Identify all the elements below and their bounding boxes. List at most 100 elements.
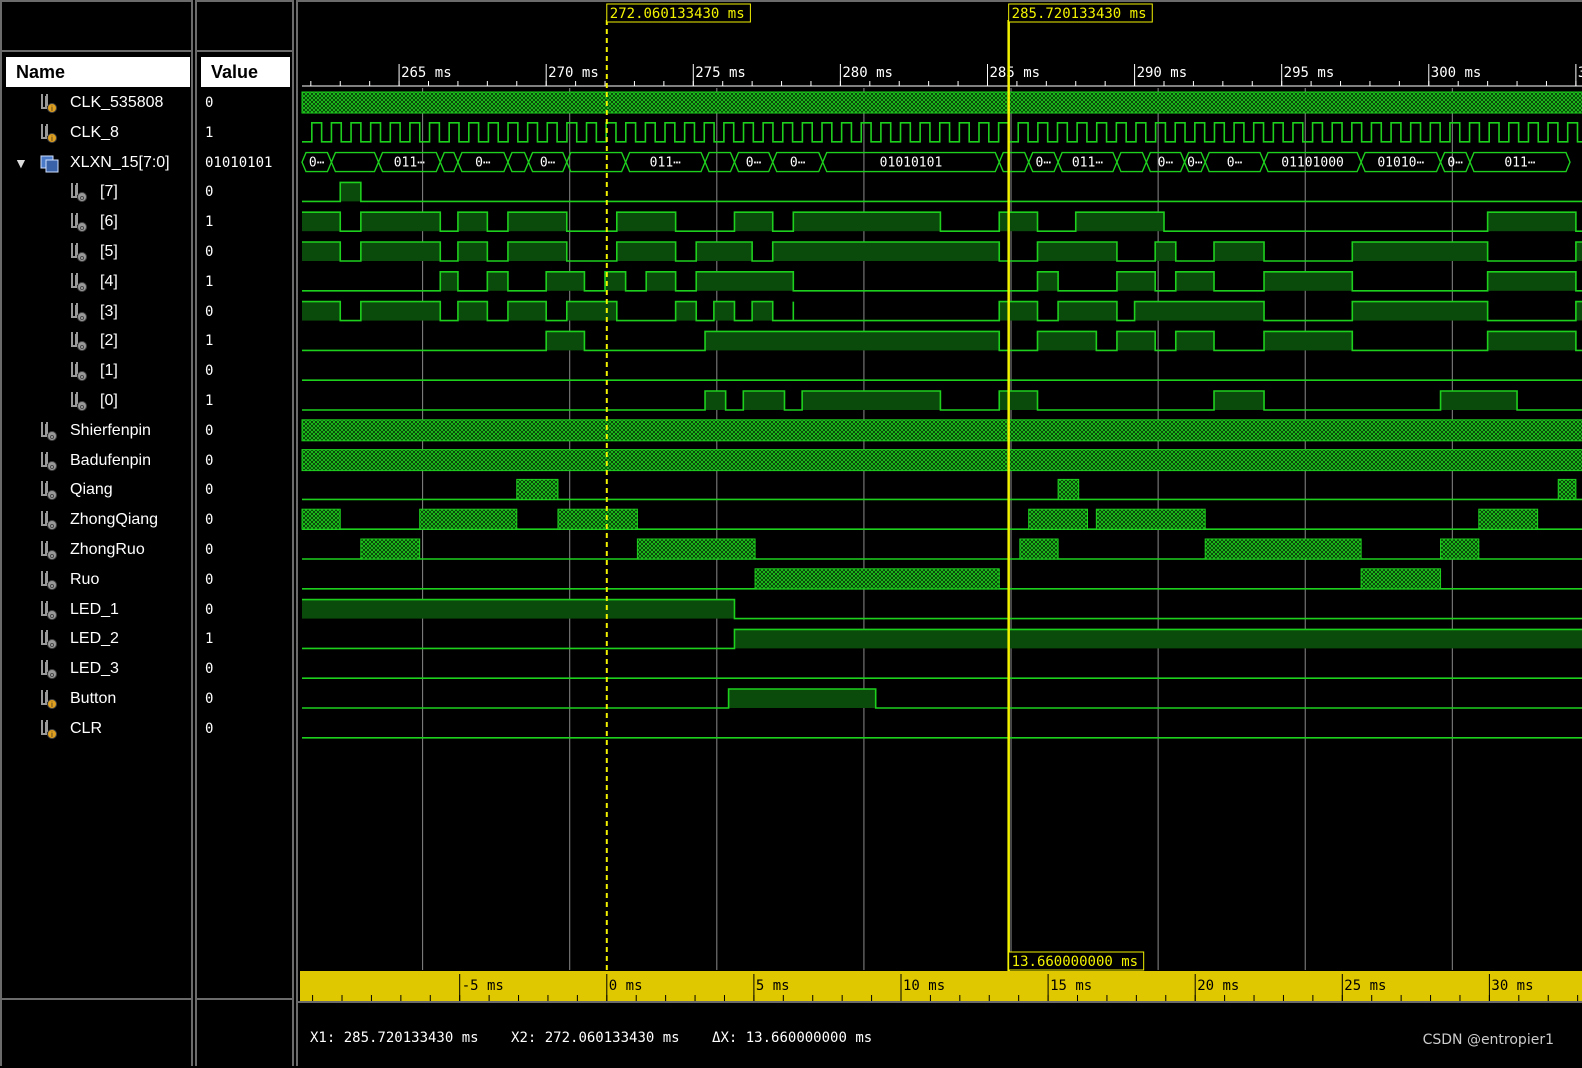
clock-trace	[302, 122, 1582, 143]
high-level-fill	[1487, 331, 1576, 351]
cursor-status-bar: X1: 285.720133430 ms X2: 272.060133430 m…	[310, 1030, 896, 1046]
signal-value: 0	[205, 571, 214, 588]
high-level-fill	[302, 212, 341, 232]
high-level-fill	[457, 212, 488, 232]
svg-text:o: o	[50, 552, 54, 560]
signal-icon: o	[38, 628, 60, 650]
bus-value-label: 011⋯	[1072, 156, 1103, 171]
high-level-fill	[999, 212, 1038, 232]
high-level-fill	[772, 242, 1000, 261]
signal-name: CLK_535808	[70, 94, 164, 111]
waveforms: 0⋯ 011⋯ 0⋯ 0⋯ 011⋯ 0⋯ 0⋯ 01010101 0⋯ 011⋯ 0⋯ 0⋯ 0⋯ 01…	[301, 91, 1582, 739]
delta-label: 13.660000000 ms	[1012, 954, 1138, 970]
signal-name: Button	[70, 690, 117, 707]
signal-value-pane[interactable]: Value 0 1 01010101 0 1 0 1 0 1 0 1 0 0 0 0 0 0 0 1 0 0 0	[195, 0, 294, 1066]
pane-separator	[197, 50, 292, 52]
value-column-header[interactable]: Value	[201, 57, 290, 87]
high-level-fill	[457, 242, 488, 261]
waveform-badufenpin	[301, 449, 1582, 472]
relative-tick-label: 10 ms	[903, 978, 945, 994]
signal-value: 01010101	[205, 154, 273, 171]
waveform-4	[302, 271, 1582, 292]
bus-value-label: 011⋯	[650, 156, 681, 171]
signal-value: 0	[205, 422, 214, 439]
high-level-fill	[1264, 271, 1353, 291]
high-level-fill	[793, 212, 941, 232]
svg-text:i: i	[51, 135, 53, 143]
ruler-tick-label: 280 ms	[842, 65, 893, 81]
high-level-fill	[705, 331, 1000, 351]
high-level-fill	[507, 212, 567, 232]
clock-input-icon: i	[38, 122, 60, 144]
signal-value: 1	[205, 393, 214, 409]
activity-block	[1204, 538, 1362, 560]
signal-name: Badufenpin	[70, 451, 151, 469]
high-level-fill	[1214, 242, 1265, 261]
activity-block	[1057, 478, 1080, 500]
svg-text:o: o	[80, 373, 84, 381]
signal-value: 0	[205, 661, 214, 678]
high-level-fill	[752, 301, 773, 321]
signal-name: [1]	[100, 362, 118, 380]
signal-name: ZhongRuo	[70, 541, 145, 558]
waveform-qiang	[302, 478, 1582, 501]
high-level-fill	[1116, 271, 1156, 291]
cursor-x1-label: 285.720133430 ms	[1012, 6, 1147, 22]
waveform-shierfenpin	[301, 419, 1582, 442]
high-level-fill	[734, 629, 1582, 649]
high-level-fill	[546, 331, 585, 351]
svg-text:o: o	[80, 194, 84, 202]
signal-name: CLK_8	[70, 123, 119, 141]
signal-name: [6]	[100, 213, 118, 231]
ruler-tick-label: 275 ms	[695, 65, 746, 81]
bus-segment	[998, 151, 1030, 173]
high-level-fill	[360, 242, 441, 261]
relative-tick-label: 30 ms	[1491, 978, 1533, 994]
ruler-tick-label: 290 ms	[1137, 65, 1188, 81]
high-level-fill	[616, 212, 676, 232]
high-level-fill	[360, 301, 441, 321]
expand-toggle-icon[interactable]: ▼	[14, 148, 28, 178]
activity-block	[1557, 478, 1577, 500]
waveform-pane[interactable]: 265 ms 270 ms 275 ms 280 ms 285 ms 290 ms 295 …	[296, 0, 1582, 1066]
waveform-7	[302, 181, 1582, 203]
relative-tick-label: 5 ms	[756, 978, 790, 994]
signal-icon: o	[38, 450, 60, 472]
signal-name-pane[interactable]: Name i CLK_535808 i CLK_8 ▼ XLXN_15[7:0] o [7] o…	[0, 0, 193, 1066]
activity-block	[1095, 508, 1206, 530]
relative-tick-label: 20 ms	[1197, 978, 1239, 994]
signal-value: 0	[205, 363, 214, 380]
high-level-fill	[728, 689, 876, 708]
svg-text:o: o	[50, 612, 54, 620]
signal-name: ZhongQiang	[70, 511, 159, 529]
activity-block	[1019, 538, 1059, 560]
high-level-fill	[546, 271, 585, 291]
input-signal-icon: i	[38, 688, 60, 710]
bit-signal-icon: o	[68, 330, 90, 352]
high-level-fill	[1352, 301, 1488, 321]
name-column-header[interactable]: Name	[6, 57, 190, 87]
ruler-tick-label: 300 ms	[1431, 65, 1482, 81]
pane-separator	[197, 998, 292, 1000]
activity-block	[636, 538, 756, 560]
high-level-fill	[675, 301, 697, 321]
high-level-fill	[713, 301, 735, 321]
waveform-6	[302, 211, 1582, 232]
waveform-zhongqiang	[301, 508, 1582, 531]
high-level-fill	[440, 271, 458, 291]
pane-separator	[2, 50, 191, 52]
signal-name: LED_2	[70, 630, 119, 648]
high-level-fill	[1264, 331, 1353, 351]
signal-value: 0	[205, 303, 214, 320]
high-level-fill	[1134, 301, 1265, 321]
waveform-canvas[interactable]: 265 ms 270 ms 275 ms 280 ms 285 ms 290 ms 295 …	[298, 2, 1582, 1068]
activity-block	[360, 538, 421, 560]
activity-block	[1360, 568, 1442, 590]
high-level-fill	[696, 242, 753, 261]
signal-icon: o	[38, 479, 60, 501]
watermark: CSDN @entropier1	[1422, 1032, 1554, 1048]
digital-trace	[302, 688, 1582, 709]
clock-input-icon: i	[38, 92, 60, 114]
signal-icon: o	[38, 569, 60, 591]
waveform-clk_8	[302, 122, 1582, 143]
